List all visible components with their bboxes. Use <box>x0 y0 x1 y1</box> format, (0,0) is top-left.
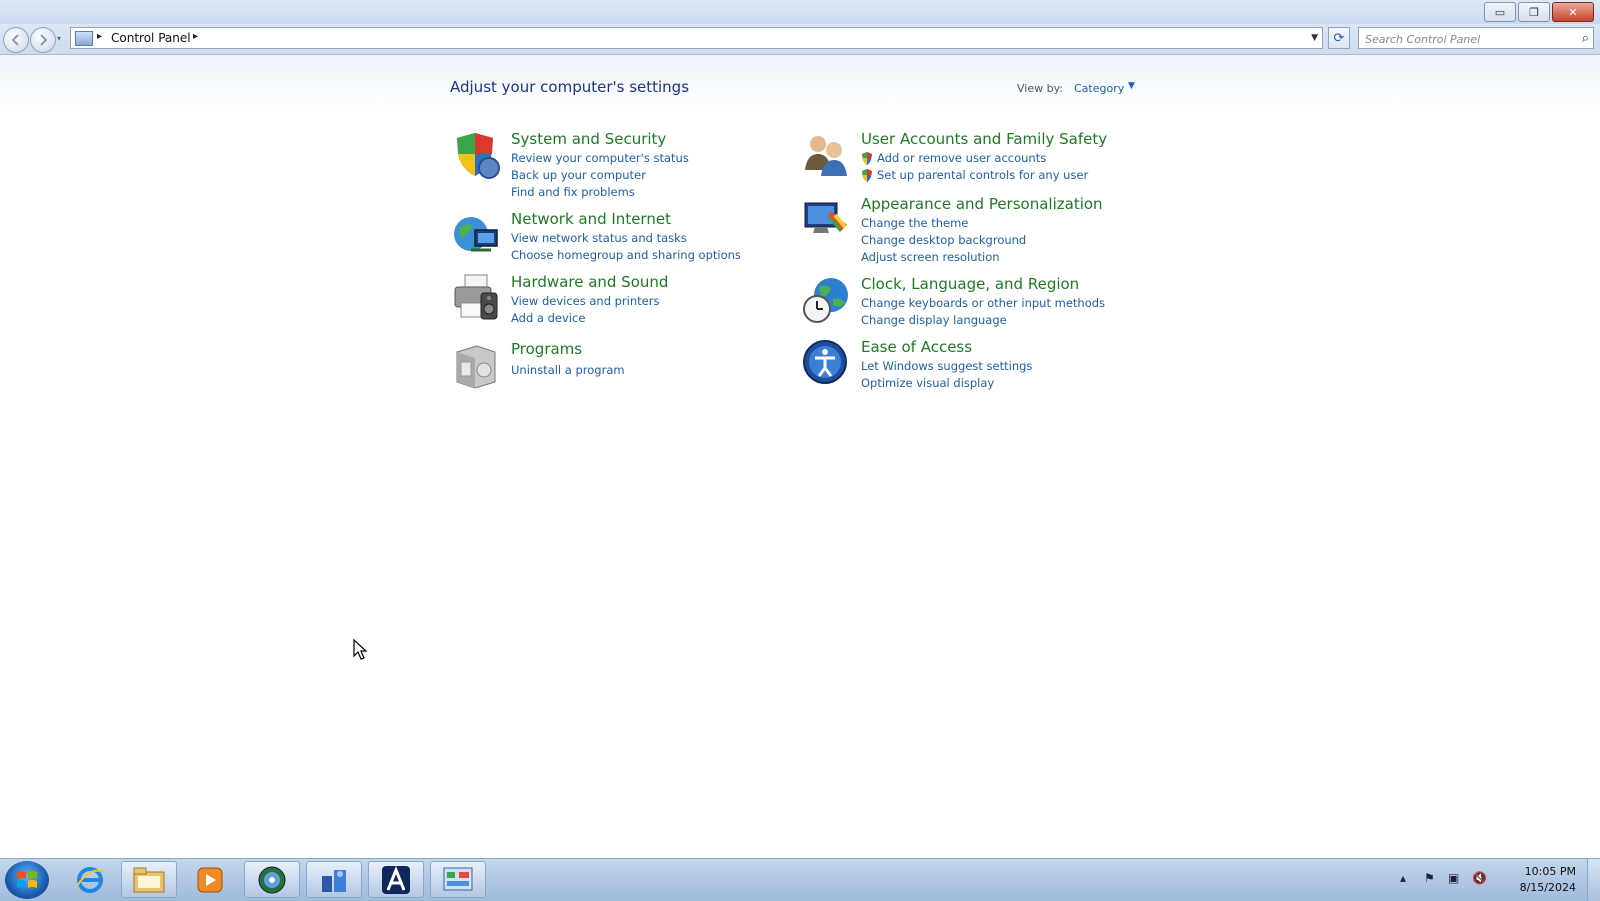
taskbar-control-panel[interactable] <box>430 861 486 898</box>
taskbar-internet-explorer[interactable] <box>62 861 118 898</box>
action-center-flag-icon[interactable]: ⚑ <box>1424 871 1435 885</box>
volume-muted-icon[interactable]: 🔇 <box>1472 871 1487 885</box>
monitor-paint-icon[interactable] <box>801 195 851 245</box>
link-label: Add or remove user accounts <box>877 151 1047 165</box>
search-input[interactable] <box>1363 30 1567 48</box>
search-icon[interactable]: ⌕ <box>1582 31 1589 46</box>
link-uninstall-program[interactable]: Uninstall a program <box>511 362 625 379</box>
category-title[interactable]: Ease of Access <box>861 338 972 356</box>
network-globe-icon[interactable] <box>451 210 501 260</box>
window-title-bar: ▭ ❐ ✕ <box>0 0 1600 24</box>
category-title[interactable]: Network and Internet <box>511 210 671 228</box>
media-player-icon <box>197 867 223 892</box>
uac-shield-icon <box>862 152 872 165</box>
restore-button[interactable]: ❐ <box>1518 2 1550 22</box>
refresh-button[interactable]: ⟳ <box>1328 27 1350 49</box>
category-title[interactable]: Programs <box>511 340 582 358</box>
minimize-button[interactable]: ▭ <box>1484 2 1516 22</box>
system-tool-icon <box>322 869 346 892</box>
taskbar-a-app[interactable] <box>368 861 424 898</box>
uac-shield-icon <box>862 169 872 182</box>
category-title[interactable]: Appearance and Personalization <box>861 195 1103 213</box>
view-by-dropdown[interactable]: Category <box>1074 82 1124 95</box>
back-button[interactable] <box>3 27 29 53</box>
taskbar-file-explorer[interactable] <box>121 861 177 898</box>
link-screen-resolution[interactable]: Adjust screen resolution <box>861 249 1026 266</box>
link-find-fix-problems[interactable]: Find and fix problems <box>511 184 689 201</box>
clock-date[interactable]: 8/15/2024 <box>1520 881 1576 894</box>
forward-arrow-icon <box>40 34 48 46</box>
navigation-bar: ▾ ▸ Control Panel ▸ ▼ ⟳ ⌕ <box>0 24 1600 55</box>
control-panel-address-icon <box>75 31 93 46</box>
taskbar-network-browser[interactable] <box>244 861 300 898</box>
back-arrow-icon <box>11 34 19 46</box>
link-back-up[interactable]: Back up your computer <box>511 167 689 184</box>
refresh-icon: ⟳ <box>1333 30 1345 46</box>
taskbar-system-tool[interactable] <box>306 861 362 898</box>
link-keyboards-input[interactable]: Change keyboards or other input methods <box>861 295 1105 312</box>
internet-explorer-icon <box>76 866 105 893</box>
view-by-chevron-icon[interactable]: ▼ <box>1128 81 1135 91</box>
address-bar[interactable]: ▸ Control Panel ▸ ▼ <box>70 27 1323 49</box>
control-panel-icon <box>443 867 473 890</box>
control-panel-content: Adjust your computer's settings View by:… <box>0 55 1600 858</box>
link-review-status[interactable]: Review your computer's status <box>511 150 689 167</box>
taskbar: ▴ ⚑ ▣ 🔇 10:05 PM 8/15/2024 <box>0 858 1600 901</box>
clock-globe-icon[interactable] <box>801 275 851 325</box>
category-title[interactable]: Hardware and Sound <box>511 273 668 291</box>
category-title[interactable]: User Accounts and Family Safety <box>861 130 1107 148</box>
search-box[interactable]: ⌕ <box>1358 27 1594 49</box>
taskbar-media-player[interactable] <box>182 861 238 898</box>
link-optimize-display[interactable]: Optimize visual display <box>861 375 1032 392</box>
system-tray: ▴ ⚑ ▣ 🔇 10:05 PM 8/15/2024 <box>1400 859 1600 901</box>
recent-pages-dropdown[interactable]: ▾ <box>57 34 61 43</box>
forward-button[interactable] <box>30 27 56 53</box>
users-icon[interactable] <box>801 130 851 180</box>
link-change-theme[interactable]: Change the theme <box>861 215 1026 232</box>
view-by-label: View by: <box>1017 82 1063 95</box>
breadcrumb-chevron-icon[interactable]: ▸ <box>97 31 102 42</box>
page-title: Adjust your computer's settings <box>450 78 690 96</box>
a-app-icon <box>382 865 410 894</box>
address-dropdown-icon[interactable]: ▼ <box>1311 33 1318 43</box>
shield-icon[interactable] <box>451 130 501 180</box>
start-button[interactable] <box>5 861 49 899</box>
file-explorer-icon <box>133 867 165 892</box>
printer-speaker-icon[interactable] <box>451 273 501 323</box>
caption-buttons: ▭ ❐ ✕ <box>1482 2 1594 22</box>
link-desktop-background[interactable]: Change desktop background <box>861 232 1026 249</box>
network-status-icon[interactable]: ▣ <box>1448 871 1459 885</box>
link-display-language[interactable]: Change display language <box>861 312 1105 329</box>
link-parental-controls[interactable]: Set up parental controls for any user <box>861 167 1088 184</box>
programs-box-icon[interactable] <box>451 340 501 390</box>
breadcrumb-control-panel[interactable]: Control Panel <box>111 31 191 45</box>
link-add-device[interactable]: Add a device <box>511 310 659 327</box>
link-label: Set up parental controls for any user <box>877 168 1089 182</box>
link-add-remove-accounts[interactable]: Add or remove user accounts <box>861 150 1088 167</box>
link-homegroup-sharing[interactable]: Choose homegroup and sharing options <box>511 247 741 264</box>
category-title[interactable]: System and Security <box>511 130 666 148</box>
link-network-status[interactable]: View network status and tasks <box>511 230 741 247</box>
close-button[interactable]: ✕ <box>1552 2 1594 22</box>
link-devices-printers[interactable]: View devices and printers <box>511 293 659 310</box>
category-title[interactable]: Clock, Language, and Region <box>861 275 1079 293</box>
clock-time[interactable]: 10:05 PM <box>1525 865 1576 878</box>
link-suggest-settings[interactable]: Let Windows suggest settings <box>861 358 1032 375</box>
mouse-cursor-icon <box>353 639 368 660</box>
ease-of-access-icon[interactable] <box>801 338 851 388</box>
breadcrumb-chevron-icon[interactable]: ▸ <box>193 31 198 42</box>
network-browser-icon <box>258 866 286 893</box>
show-desktop-button[interactable] <box>1587 859 1600 901</box>
show-hidden-icons-chevron-icon[interactable]: ▴ <box>1400 871 1406 885</box>
windows-logo-icon <box>17 871 37 888</box>
